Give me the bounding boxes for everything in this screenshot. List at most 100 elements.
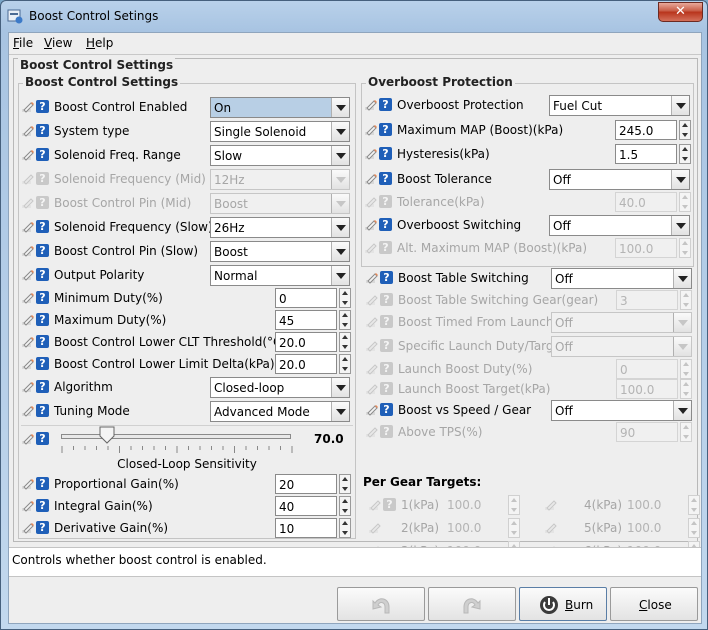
burn-button[interactable]: Burn	[519, 587, 607, 621]
chevron-down-icon[interactable]	[671, 216, 689, 235]
pencil-icon[interactable]	[364, 172, 378, 186]
help-icon[interactable]: ?	[36, 335, 49, 348]
pencil-icon[interactable]	[21, 244, 35, 258]
boost-table-combo-0[interactable]: Off	[551, 268, 692, 289]
help-icon[interactable]: ?	[379, 123, 392, 136]
boost-setting-combo-12[interactable]: Closed-loop	[210, 377, 350, 398]
boost-setting-combo-13[interactable]: Advanced Mode	[210, 401, 350, 422]
pencil-icon[interactable]	[21, 521, 35, 535]
chevron-down-icon[interactable]	[331, 242, 349, 261]
overboost-combo-0[interactable]: Fuel Cut	[549, 95, 690, 116]
undo-button[interactable]	[337, 587, 425, 621]
pencil-icon[interactable]	[21, 335, 35, 349]
help-icon[interactable]: ?	[36, 148, 49, 161]
help-icon[interactable]: ?	[36, 477, 49, 490]
overboost-field-1[interactable]: 245.0	[615, 120, 677, 140]
boost-setting-combo-2[interactable]: Slow	[210, 145, 350, 166]
slider-thumb[interactable]	[99, 426, 115, 444]
pencil-icon[interactable]	[21, 432, 35, 446]
boost-setting-combo-6[interactable]: Boost	[210, 241, 350, 262]
overboost-spinner-1[interactable]	[679, 120, 691, 140]
window-close-button[interactable]: ✕	[658, 2, 703, 22]
menu-view[interactable]: View	[44, 36, 72, 50]
pencil-icon[interactable]	[21, 124, 35, 138]
help-icon[interactable]: ?	[380, 271, 393, 284]
boost-table-combo-6[interactable]: Off	[551, 400, 692, 421]
help-icon[interactable]: ?	[36, 521, 49, 534]
pencil-icon[interactable]	[364, 98, 378, 112]
pencil-icon[interactable]	[364, 147, 378, 161]
chevron-down-icon[interactable]	[331, 98, 349, 117]
help-icon[interactable]: ?	[36, 404, 49, 417]
boost-setting-field-11[interactable]: 20.0	[275, 354, 337, 374]
boost-setting-combo-7[interactable]: Normal	[210, 265, 350, 286]
help-icon[interactable]: ?	[36, 291, 49, 304]
help-icon[interactable]: ?	[36, 499, 49, 512]
chevron-down-icon[interactable]	[331, 266, 349, 285]
pencil-icon[interactable]	[21, 100, 35, 114]
pencil-icon[interactable]	[21, 477, 35, 491]
help-icon[interactable]: ?	[36, 124, 49, 137]
pencil-icon[interactable]	[365, 403, 379, 417]
pencil-icon[interactable]	[21, 291, 35, 305]
redo-button[interactable]	[428, 587, 516, 621]
boost-setting-spinner-11[interactable]	[339, 354, 351, 374]
boost-setting-combo-5[interactable]: 26Hz	[210, 217, 350, 238]
overboost-spinner-2[interactable]	[679, 144, 691, 164]
menu-file[interactable]: File	[13, 36, 33, 50]
boost-setting-field-10[interactable]: 20.0	[275, 332, 337, 352]
pencil-icon[interactable]	[364, 218, 378, 232]
boost-setting-spinner-9[interactable]	[339, 310, 351, 330]
boost-setting-spinner-8[interactable]	[339, 288, 351, 308]
slider-track[interactable]	[61, 434, 291, 439]
help-icon[interactable]: ?	[379, 98, 392, 111]
gain-field-0[interactable]: 20	[275, 474, 337, 494]
gain-spinner-2[interactable]	[339, 518, 351, 538]
gain-spinner-1[interactable]	[339, 496, 351, 516]
boost-setting-combo-1[interactable]: Single Solenoid	[210, 121, 350, 142]
help-icon[interactable]: ?	[36, 220, 49, 233]
pencil-icon[interactable]	[21, 357, 35, 371]
chevron-down-icon[interactable]	[673, 401, 691, 420]
chevron-down-icon[interactable]	[331, 378, 349, 397]
help-icon[interactable]: ?	[36, 268, 49, 281]
title-bar[interactable]: Boost Control Setings ✕	[1, 1, 707, 31]
boost-setting-field-9[interactable]: 45	[275, 310, 337, 330]
help-icon[interactable]: ?	[379, 147, 392, 160]
gain-spinner-0[interactable]	[339, 474, 351, 494]
help-icon[interactable]: ?	[36, 357, 49, 370]
chevron-down-icon[interactable]	[331, 146, 349, 165]
help-icon[interactable]: ?	[36, 100, 49, 113]
menu-help[interactable]: Help	[86, 36, 113, 50]
pencil-icon[interactable]	[21, 499, 35, 513]
help-icon[interactable]: ?	[379, 172, 392, 185]
pencil-icon[interactable]	[21, 380, 35, 394]
help-icon[interactable]: ?	[380, 403, 393, 416]
close-button[interactable]: Close	[610, 587, 698, 621]
chevron-down-icon[interactable]	[671, 170, 689, 189]
pencil-icon[interactable]	[21, 404, 35, 418]
chevron-down-icon[interactable]	[331, 402, 349, 421]
chevron-down-icon[interactable]	[331, 218, 349, 237]
pencil-icon[interactable]	[21, 313, 35, 327]
boost-setting-spinner-10[interactable]	[339, 332, 351, 352]
boost-setting-field-8[interactable]: 0	[275, 288, 337, 308]
pencil-icon[interactable]	[365, 271, 379, 285]
pencil-icon[interactable]	[21, 220, 35, 234]
overboost-combo-3[interactable]: Off	[549, 169, 690, 190]
boost-setting-combo-0[interactable]: On	[210, 97, 350, 118]
help-icon[interactable]: ?	[36, 313, 49, 326]
overboost-field-2[interactable]: 1.5	[615, 144, 677, 164]
pencil-icon[interactable]	[21, 148, 35, 162]
gain-field-1[interactable]: 40	[275, 496, 337, 516]
help-icon[interactable]: ?	[36, 244, 49, 257]
gain-field-2[interactable]: 10	[275, 518, 337, 538]
pencil-icon[interactable]	[21, 268, 35, 282]
pencil-icon[interactable]	[364, 123, 378, 137]
chevron-down-icon[interactable]	[331, 122, 349, 141]
chevron-down-icon[interactable]	[671, 96, 689, 115]
overboost-combo-5[interactable]: Off	[549, 215, 690, 236]
help-icon[interactable]: ?	[36, 432, 49, 445]
help-icon[interactable]: ?	[379, 218, 392, 231]
help-icon[interactable]: ?	[36, 380, 49, 393]
